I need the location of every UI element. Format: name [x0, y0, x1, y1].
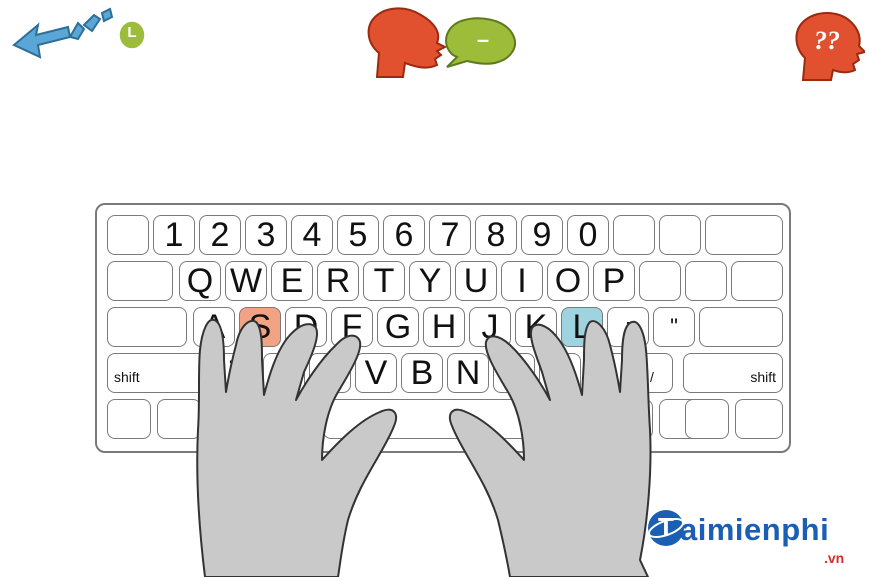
right-hand — [448, 320, 652, 577]
watermark-suffix: .vn — [824, 550, 845, 566]
left-hand — [196, 318, 398, 577]
watermark-text: aimienphi — [680, 512, 830, 547]
hands-illustration — [196, 318, 652, 577]
